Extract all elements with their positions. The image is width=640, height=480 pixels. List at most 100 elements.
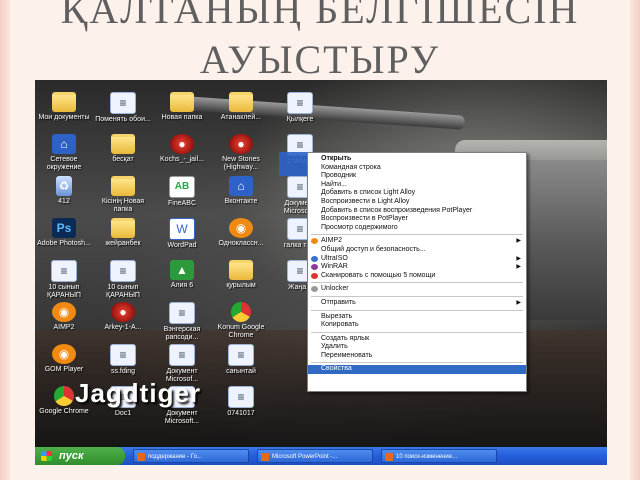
desktop-icon[interactable]: Konum Google Chrome (210, 302, 272, 340)
desktop-icon[interactable]: ⌂ Вконтакте (210, 176, 272, 206)
menu-item-icon (311, 238, 318, 245)
menu-item-label: Просмотр содержимого (321, 223, 398, 231)
context-menu-item[interactable]: Открыть (308, 155, 526, 164)
context-menu-item[interactable]: Сканировать с помощью 5 помощи (308, 272, 526, 281)
folder-icon (111, 176, 135, 196)
desktop-screenshot: Мои документы ≡ Поменять обои... Новая папк… (35, 80, 607, 465)
desktop-icon-label: GOM Player (44, 366, 84, 373)
context-menu-item[interactable]: WinRAR ▶ (308, 263, 526, 272)
menu-item-label: Копировать (321, 321, 359, 329)
windows-flag-icon (41, 451, 52, 461)
desktop-icon[interactable]: Новая папка (151, 92, 213, 122)
desktop-icon[interactable]: Кісінің Новая папка (92, 176, 154, 214)
task-app-icon (261, 453, 269, 461)
task-label: 10 поиск-изменение... (396, 454, 458, 460)
desktop-icon[interactable]: ≡ 10 сынып ҚАРАНЫП (35, 260, 95, 300)
desktop-icon-label: Kochs_-_jail... (160, 156, 204, 163)
menu-item-label: Открыть (321, 155, 352, 162)
desktop-icon[interactable]: Ps Adobe Photosh... (35, 218, 95, 248)
desktop-icon[interactable]: ● Arkey-1-A... (92, 302, 154, 332)
menu-item-label: Найти... (321, 180, 347, 188)
folder-icon (170, 92, 194, 112)
context-menu-item[interactable]: Отправить ▶ (308, 299, 526, 308)
task-app-icon (137, 453, 145, 461)
context-menu-item[interactable]: Воспроизвести в Light Alloy (308, 198, 526, 207)
menu-item-label: Удалить (321, 343, 348, 351)
desktop-icon-label: Алия 6 (170, 282, 194, 289)
desktop-icon[interactable]: Атанаклей... (210, 92, 272, 122)
desktop-icon-label: Қылқеге (286, 116, 314, 123)
context-menu-item[interactable]: Добавить в список Light Alloy (308, 189, 526, 198)
desktop-icon[interactable]: ≡ сағынтай (210, 344, 272, 376)
context-menu-item[interactable]: Добавить в список воспроизведения PotPla… (308, 207, 526, 216)
context-menu-item[interactable]: Переименовать (308, 352, 526, 361)
red-icon: ● (111, 302, 135, 322)
taskbar-task[interactable]: поддержание - Го... (133, 449, 249, 463)
chrome-icon (231, 302, 251, 322)
orange-icon: ◉ (229, 218, 253, 238)
desktop-icon-label: сағынтай (226, 368, 256, 375)
desktop-icon[interactable]: W WordPad (151, 218, 213, 250)
context-menu-item[interactable]: AIMP2 ▶ (308, 237, 526, 246)
desktop-icon[interactable]: ≡ 0741017 (210, 386, 272, 418)
desktop-icon-label: 0741017 (227, 410, 255, 417)
doc-icon: ≡ (228, 386, 254, 408)
green-icon: ▲ (170, 260, 194, 280)
desktop-icon[interactable]: ≡ Вэнгерская рапсоди... (151, 302, 213, 342)
desktop-icon-label: Новая папка (161, 114, 203, 121)
context-menu-item[interactable]: Копировать (308, 321, 526, 330)
menu-item-label: Проводник (321, 172, 357, 180)
context-menu-item[interactable]: Просмотр содержимого (308, 224, 526, 233)
desktop-icon[interactable]: ⌂ Сетевое окружение (35, 134, 95, 172)
context-menu-item[interactable]: Создать ярлык (308, 335, 526, 344)
desktop-icon[interactable]: ♻ 412 (35, 176, 95, 206)
menu-item-label: Вырезать (321, 312, 353, 320)
start-button[interactable]: пуск (35, 447, 125, 465)
desktop-icon[interactable]: ≡ Қылқеге (269, 92, 331, 124)
desktop-icon[interactable]: қурылым (210, 260, 272, 290)
context-menu-item[interactable]: Воспроизвести в PotPlayer (308, 215, 526, 224)
context-menu-item[interactable]: Свойства (308, 365, 526, 375)
taskbar: пуск поддержание - Го... Microsoft PowerP… (35, 447, 607, 465)
desktop-icon-label: Konum Google Chrome (217, 324, 265, 339)
menu-item-icon (311, 264, 318, 271)
menu-item-label: WinRAR (321, 263, 348, 271)
desktop-icon[interactable]: ▲ Алия 6 (151, 260, 213, 290)
doc-icon: ≡ (228, 344, 254, 366)
context-menu-item[interactable]: Общий доступ и безопасность... (308, 246, 526, 255)
context-menu-item[interactable]: Удалить (308, 343, 526, 352)
menu-item-label: UltraISO (321, 254, 348, 262)
taskbar-task[interactable]: 10 поиск-изменение... (381, 449, 497, 463)
orange-icon: ◉ (52, 302, 76, 322)
context-menu-item[interactable]: Командная строка (308, 164, 526, 173)
word-icon: W (169, 218, 195, 240)
desktop-icon-label: бесқат (112, 156, 134, 163)
desktop-icon[interactable]: Мои документы (35, 92, 95, 122)
slide-title-line2: АУЫСТЫРУ (199, 37, 441, 82)
desktop-icon[interactable]: ◉ Одноклассн... (210, 218, 272, 248)
context-menu-item[interactable]: UltraISO ▶ (308, 255, 526, 264)
desktop-icon-label: WordPad (167, 242, 197, 249)
desktop-icon[interactable]: жейранбек (92, 218, 154, 248)
context-menu-item[interactable]: Проводник (308, 172, 526, 181)
desktop-icon[interactable]: ● Kochs_-_jail... (151, 134, 213, 164)
orange-icon: ◉ (52, 344, 76, 364)
doc-icon: ≡ (169, 344, 195, 366)
task-label: поддержание - Го... (148, 454, 202, 460)
menu-item-icon (311, 255, 318, 262)
desktop-icon[interactable]: ◉ GOM Player (35, 344, 95, 374)
context-menu-item[interactable]: Unlocker (308, 285, 526, 294)
menu-item-label: Общий доступ и безопасность... (321, 245, 426, 253)
context-menu-item[interactable]: Вырезать (308, 313, 526, 322)
desktop-icon[interactable]: ≡ 10 сынып ҚАРАНЫП (92, 260, 154, 300)
desktop-icon-label: FineABC (167, 200, 196, 207)
desktop-icon[interactable]: ◉ AIMP2 (35, 302, 95, 332)
desktop-icon[interactable]: ● New Stones (Highway... (210, 134, 272, 172)
desktop-icon[interactable]: ≡ Поменять обои... (92, 92, 154, 124)
task-label: Microsoft PowerPoint -... (272, 454, 338, 460)
desktop-icon[interactable]: ≡ ss.fding (92, 344, 154, 376)
taskbar-task[interactable]: Microsoft PowerPoint -... (257, 449, 373, 463)
desktop-icon[interactable]: AB FineABC (151, 176, 213, 208)
desktop-icon[interactable]: бесқат (92, 134, 154, 164)
desktop-icon-label: Adobe Photosh... (37, 240, 91, 247)
